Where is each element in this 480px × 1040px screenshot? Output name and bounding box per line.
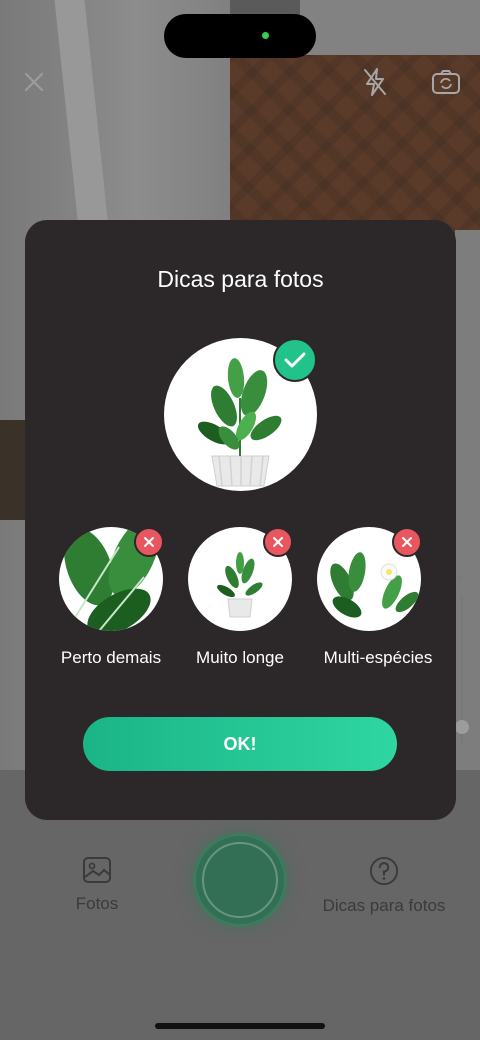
check-icon: [273, 338, 317, 382]
close-icon: [392, 527, 422, 557]
camera-indicator-dot: [262, 32, 269, 39]
tip-label-too-close: Perto demais: [60, 648, 162, 667]
home-indicator[interactable]: [155, 1023, 325, 1029]
close-icon: [263, 527, 293, 557]
dynamic-island: [164, 14, 316, 58]
tip-label-multi-species: Multi-espécies: [323, 648, 433, 667]
photo-tips-dialog: Dicas para fotos Perto demais Muito long…: [25, 220, 456, 820]
ok-button[interactable]: OK!: [83, 717, 397, 771]
dialog-title: Dicas para fotos: [157, 266, 324, 292]
close-icon: [134, 527, 164, 557]
tip-label-too-far: Muito longe: [196, 648, 284, 667]
